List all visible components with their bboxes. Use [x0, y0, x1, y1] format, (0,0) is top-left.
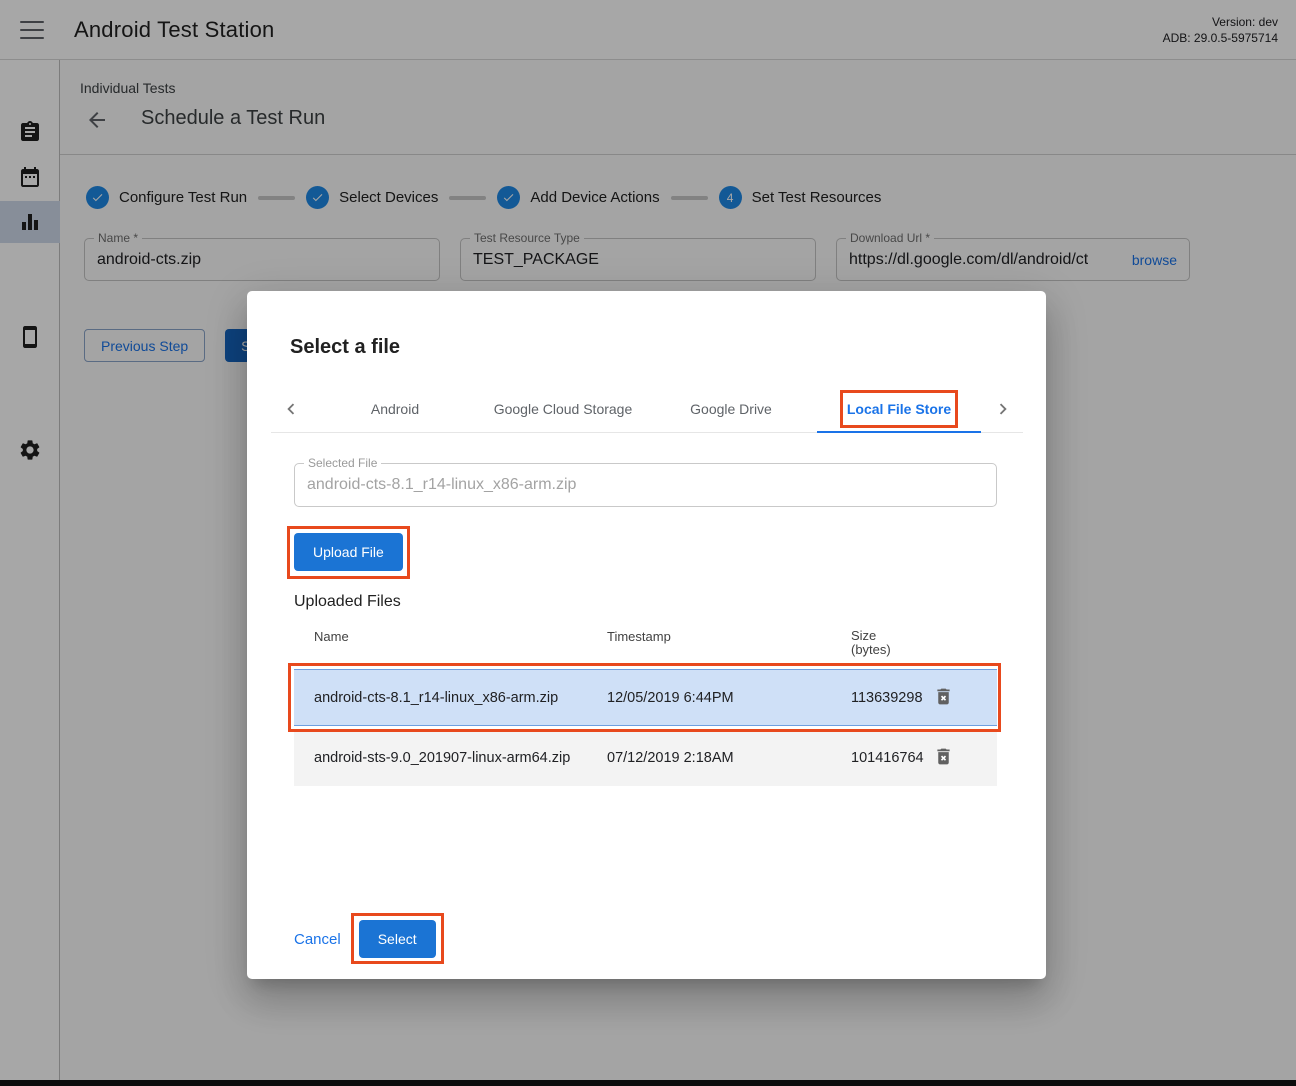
selected-file-value: android-cts-8.1_r14-linux_x86-arm.zip	[307, 476, 576, 494]
chevron-right-icon	[992, 398, 1014, 420]
file-source-tabs: Android Google Cloud Storage Google Driv…	[271, 385, 1023, 433]
column-header-timestamp: Timestamp	[607, 629, 851, 644]
delete-file-button[interactable]	[931, 746, 955, 770]
select-file-dialog: Select a file Android Google Cloud Stora…	[247, 291, 1046, 979]
table-row-android-sts[interactable]: android-sts-9.0_201907-linux-arm64.zip 0…	[294, 729, 997, 786]
timestamp-cell: 12/05/2019 6:44PM	[607, 690, 851, 706]
selected-file-label: Selected File	[304, 456, 381, 470]
tab-android[interactable]: Android	[311, 385, 479, 432]
size-cell: 101416764	[851, 750, 929, 766]
active-tab-underline	[817, 431, 981, 433]
upload-file-button[interactable]: Upload File	[294, 533, 403, 571]
column-header-name: Name	[294, 629, 607, 644]
file-name-cell: android-cts-8.1_r14-linux_x86-arm.zip	[294, 690, 607, 706]
timestamp-cell: 07/12/2019 2:18AM	[607, 750, 851, 766]
trash-delete-icon	[933, 686, 954, 707]
dialog-footer: Cancel Select	[294, 920, 436, 958]
chevron-left-icon	[280, 398, 302, 420]
select-button[interactable]: Select	[359, 920, 436, 958]
dialog-body: Selected File android-cts-8.1_r14-linux_…	[294, 463, 997, 786]
selected-file-field[interactable]: Selected File android-cts-8.1_r14-linux_…	[294, 463, 997, 507]
tabs-scroll-left-button[interactable]	[271, 385, 311, 432]
column-header-size: Size (bytes)	[851, 629, 929, 657]
file-name-cell: android-sts-9.0_201907-linux-arm64.zip	[294, 750, 607, 766]
dialog-title: Select a file	[290, 336, 400, 359]
window-bottom-edge	[0, 1080, 1296, 1086]
tab-local-file-store[interactable]: Local File Store	[815, 385, 983, 432]
tab-label: Local File Store	[847, 401, 951, 417]
tab-google-cloud-storage[interactable]: Google Cloud Storage	[479, 385, 647, 432]
tabs-scroll-right-button[interactable]	[983, 385, 1023, 432]
table-header-row: Name Timestamp Size (bytes)	[294, 626, 997, 666]
cancel-button[interactable]: Cancel	[294, 931, 341, 948]
table-row-android-cts[interactable]: android-cts-8.1_r14-linux_x86-arm.zip 12…	[294, 669, 997, 726]
trash-delete-icon	[933, 746, 954, 767]
uploaded-files-title: Uploaded Files	[294, 593, 997, 611]
delete-file-button[interactable]	[931, 686, 955, 710]
tab-google-drive[interactable]: Google Drive	[647, 385, 815, 432]
size-cell: 113639298	[851, 690, 929, 706]
uploaded-files-table: Name Timestamp Size (bytes) android-cts-…	[294, 626, 997, 786]
